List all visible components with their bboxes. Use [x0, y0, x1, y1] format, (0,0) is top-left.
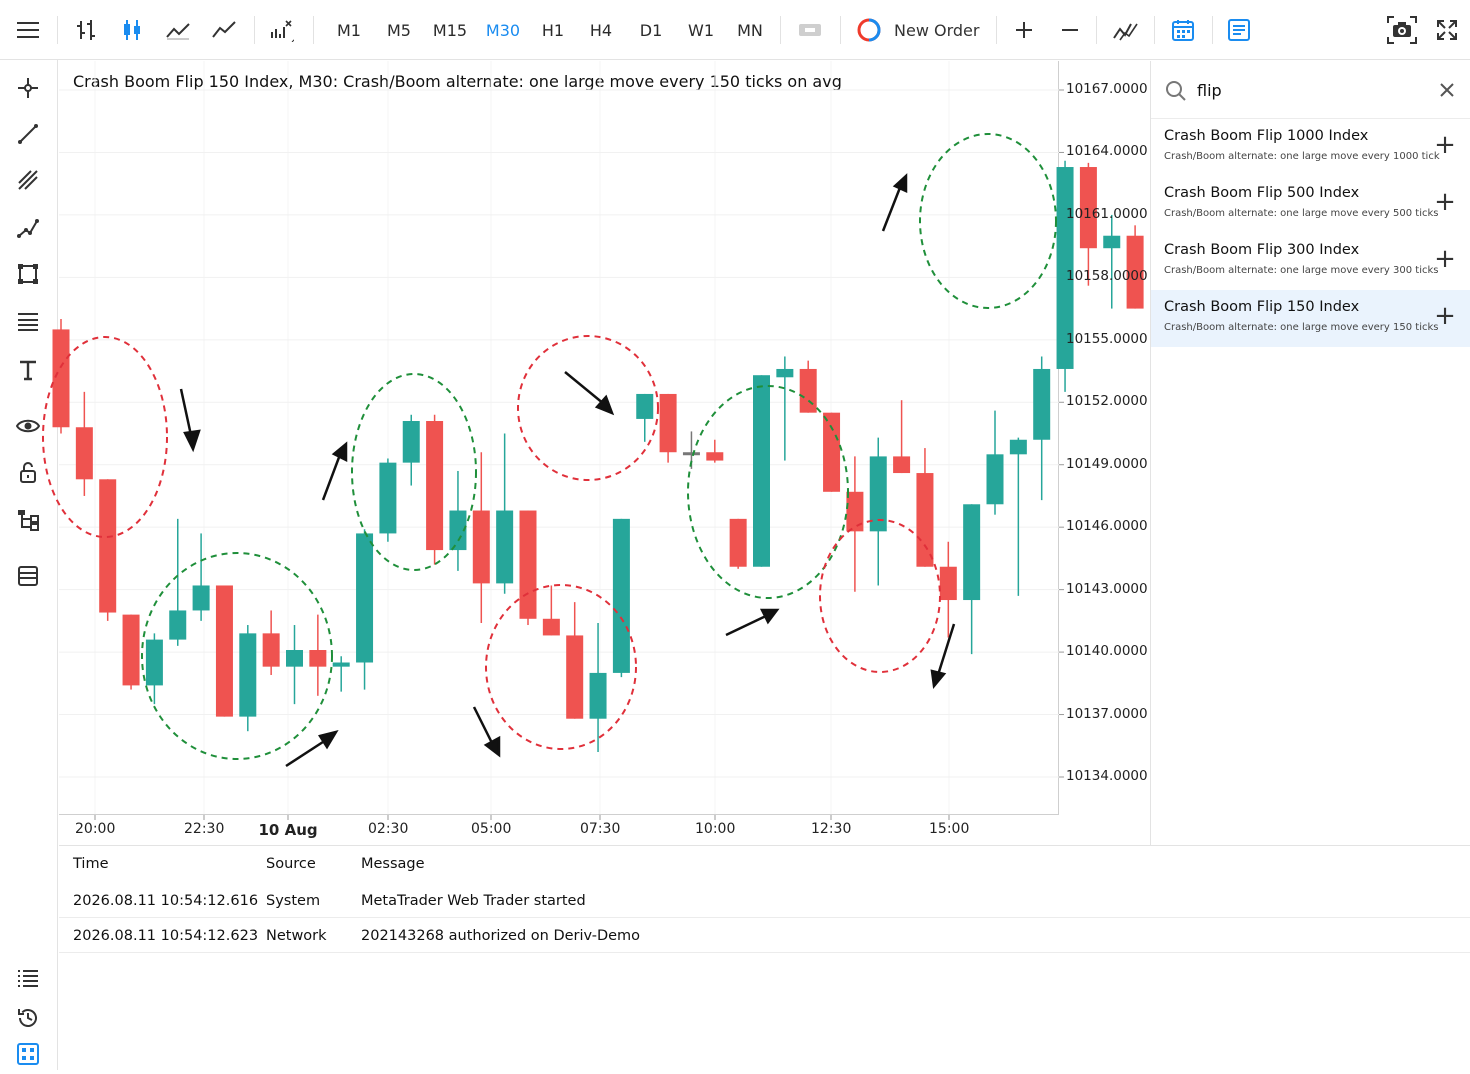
y-axis-label: 10164.0000: [1066, 143, 1148, 160]
zoom-out-icon[interactable]: [1054, 0, 1086, 60]
calendar-icon[interactable]: [1166, 0, 1200, 60]
timeframe-m15[interactable]: M15: [430, 0, 470, 60]
timeframe-w1[interactable]: W1: [684, 0, 718, 60]
x-axis-label: 05:00: [471, 821, 512, 837]
symbol-result[interactable]: Crash Boom Flip 1000 Index Crash/Boom al…: [1151, 119, 1470, 176]
x-axis-label: 20:00: [75, 821, 116, 837]
chart-sync-icon[interactable]: [794, 0, 826, 60]
x-axis-label: 15:00: [929, 821, 970, 837]
timeframe-d1[interactable]: D1: [634, 0, 668, 60]
lock-icon[interactable]: [0, 452, 56, 492]
x-axis-label: 10 Aug: [258, 821, 318, 839]
add-symbol-icon[interactable]: +: [1433, 130, 1457, 160]
list-icon[interactable]: [0, 958, 56, 998]
text-tool-icon[interactable]: [0, 350, 56, 390]
timeframe-m1[interactable]: M1: [330, 0, 368, 60]
symbol-search-input[interactable]: [1197, 77, 1417, 103]
layers-icon[interactable]: [0, 556, 56, 596]
polyline-icon[interactable]: [0, 208, 56, 248]
y-axis-label: 10134.0000: [1066, 768, 1148, 784]
x-axis-label: 10:00: [695, 821, 736, 837]
indicators-line-icon[interactable]: [208, 0, 240, 60]
journal-row[interactable]: 2026.08.11 10:54:12.623 Network 20214326…: [59, 918, 1470, 953]
journal-header-source[interactable]: Source: [266, 846, 316, 882]
journal-row[interactable]: 2026.08.11 10:54:12.616 System MetaTrade…: [59, 883, 1470, 918]
y-axis-label: 10149.0000: [1066, 455, 1148, 472]
x-axis-label: 02:30: [368, 821, 409, 837]
menu-icon[interactable]: [10, 0, 46, 60]
candle: [1079, 162, 1097, 286]
news-icon[interactable]: [1222, 0, 1256, 60]
new-order-icon: [857, 18, 881, 42]
search-bar: [1151, 61, 1470, 119]
top-toolbar: M1 M5 M15 M30 H1 H4 D1 W1 MN New Order: [0, 0, 1470, 60]
x-axis-label: 22:30: [184, 821, 225, 837]
eye-icon[interactable]: [0, 406, 56, 446]
timeframe-h4[interactable]: H4: [584, 0, 618, 60]
y-axis-label: 10155.0000: [1066, 330, 1148, 347]
bar-chart-icon[interactable]: [70, 0, 102, 60]
symbol-result[interactable]: Crash Boom Flip 500 Index Crash/Boom alt…: [1151, 176, 1470, 233]
candle-body: [1103, 235, 1121, 249]
y-axis-label: 10158.0000: [1066, 268, 1148, 285]
timeframe-mn[interactable]: MN: [732, 0, 768, 60]
new-order-button[interactable]: New Order: [856, 0, 988, 60]
fullscreen-icon[interactable]: [1430, 0, 1464, 60]
symbol-result[interactable]: Crash Boom Flip 300 Index Crash/Boom alt…: [1151, 233, 1470, 290]
y-axis-label: 10152.0000: [1066, 393, 1148, 410]
y-axis-label: 10143.0000: [1066, 580, 1148, 597]
trend-line-icon[interactable]: [0, 114, 56, 154]
candlestick-icon[interactable]: [116, 0, 148, 60]
journal-header-message[interactable]: Message: [361, 846, 425, 882]
chart-canvas[interactable]: [59, 61, 1059, 815]
crosshair-icon[interactable]: [0, 68, 56, 108]
y-axis-label: 10167.0000: [1066, 81, 1148, 97]
line-chart-icon[interactable]: [162, 0, 194, 60]
symbol-search-panel: Crash Boom Flip 1000 Index Crash/Boom al…: [1150, 61, 1470, 845]
fibonacci-icon[interactable]: [0, 302, 56, 342]
y-axis-label: 10137.0000: [1066, 705, 1148, 722]
new-order-label: New Order: [894, 20, 980, 40]
y-axis-label: 10146.0000: [1066, 518, 1148, 535]
x-axis-label: 07:30: [580, 821, 621, 837]
symbol-result-selected[interactable]: Crash Boom Flip 150 Index Crash/Boom alt…: [1151, 290, 1470, 347]
screenshot-icon[interactable]: [1382, 0, 1422, 60]
drawing-toolbar: [0, 60, 58, 1070]
candle: [1126, 225, 1144, 309]
timeframe-m5[interactable]: M5: [380, 0, 418, 60]
y-axis-label: 10161.0000: [1066, 205, 1148, 222]
timeframe-h1[interactable]: H1: [536, 0, 570, 60]
y-axis-label: 10140.0000: [1066, 643, 1148, 660]
market-watch-icon[interactable]: [0, 1034, 56, 1074]
add-symbol-icon[interactable]: +: [1433, 301, 1457, 331]
journal-panel: Time Source Message 2026.08.11 10:54:12.…: [59, 845, 1470, 1070]
candle: [1103, 214, 1121, 309]
add-symbol-icon[interactable]: +: [1433, 187, 1457, 217]
object-tree-icon[interactable]: [0, 500, 56, 540]
close-icon[interactable]: [1439, 82, 1455, 98]
indicators-icon[interactable]: [1108, 0, 1144, 60]
zoom-in-icon[interactable]: [1008, 0, 1040, 60]
history-icon[interactable]: [0, 998, 56, 1038]
rectangle-icon[interactable]: [0, 254, 56, 294]
chart-title: Crash Boom Flip 150 Index, M30: Crash/Bo…: [73, 72, 842, 91]
search-icon: [1166, 81, 1186, 101]
add-symbol-icon[interactable]: +: [1433, 244, 1457, 274]
timeframe-m30[interactable]: M30: [482, 0, 524, 60]
journal-header-time[interactable]: Time: [73, 846, 109, 882]
x-axis-label: 12:30: [811, 821, 852, 837]
volumes-icon[interactable]: [264, 0, 298, 60]
channel-icon[interactable]: [0, 160, 56, 200]
